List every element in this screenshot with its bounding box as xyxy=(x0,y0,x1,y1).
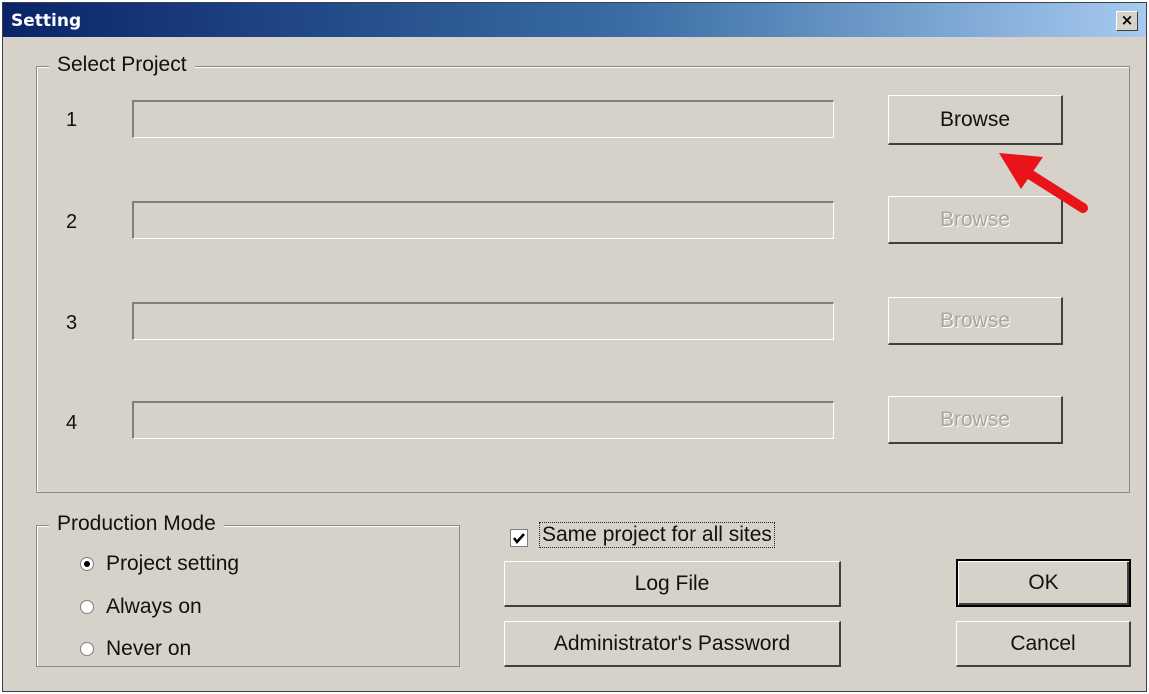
setting-dialog: Setting × Select Project 1 Browse 2 Brow… xyxy=(2,2,1147,692)
radio-unselected-icon xyxy=(80,600,94,614)
radio-selected-icon xyxy=(80,557,94,571)
radio-unselected-icon xyxy=(80,642,94,656)
radio-label: Always on xyxy=(106,595,202,618)
ok-button[interactable]: OK xyxy=(956,559,1131,607)
log-file-button[interactable]: Log File xyxy=(504,561,841,607)
cancel-button[interactable]: Cancel xyxy=(956,621,1131,667)
radio-never-on[interactable]: Never on xyxy=(80,636,191,662)
radio-label: Project setting xyxy=(106,552,240,575)
administrator-password-button[interactable]: Administrator's Password xyxy=(504,621,841,667)
production-mode-legend: Production Mode xyxy=(49,512,224,536)
same-project-label[interactable]: Same project for all sites xyxy=(539,522,775,548)
checkmark-icon xyxy=(513,533,525,544)
radio-always-on[interactable]: Always on xyxy=(80,594,202,620)
same-project-checkbox[interactable] xyxy=(510,529,528,547)
radio-label: Never on xyxy=(106,637,192,660)
radio-project-setting[interactable]: Project setting xyxy=(80,551,239,577)
